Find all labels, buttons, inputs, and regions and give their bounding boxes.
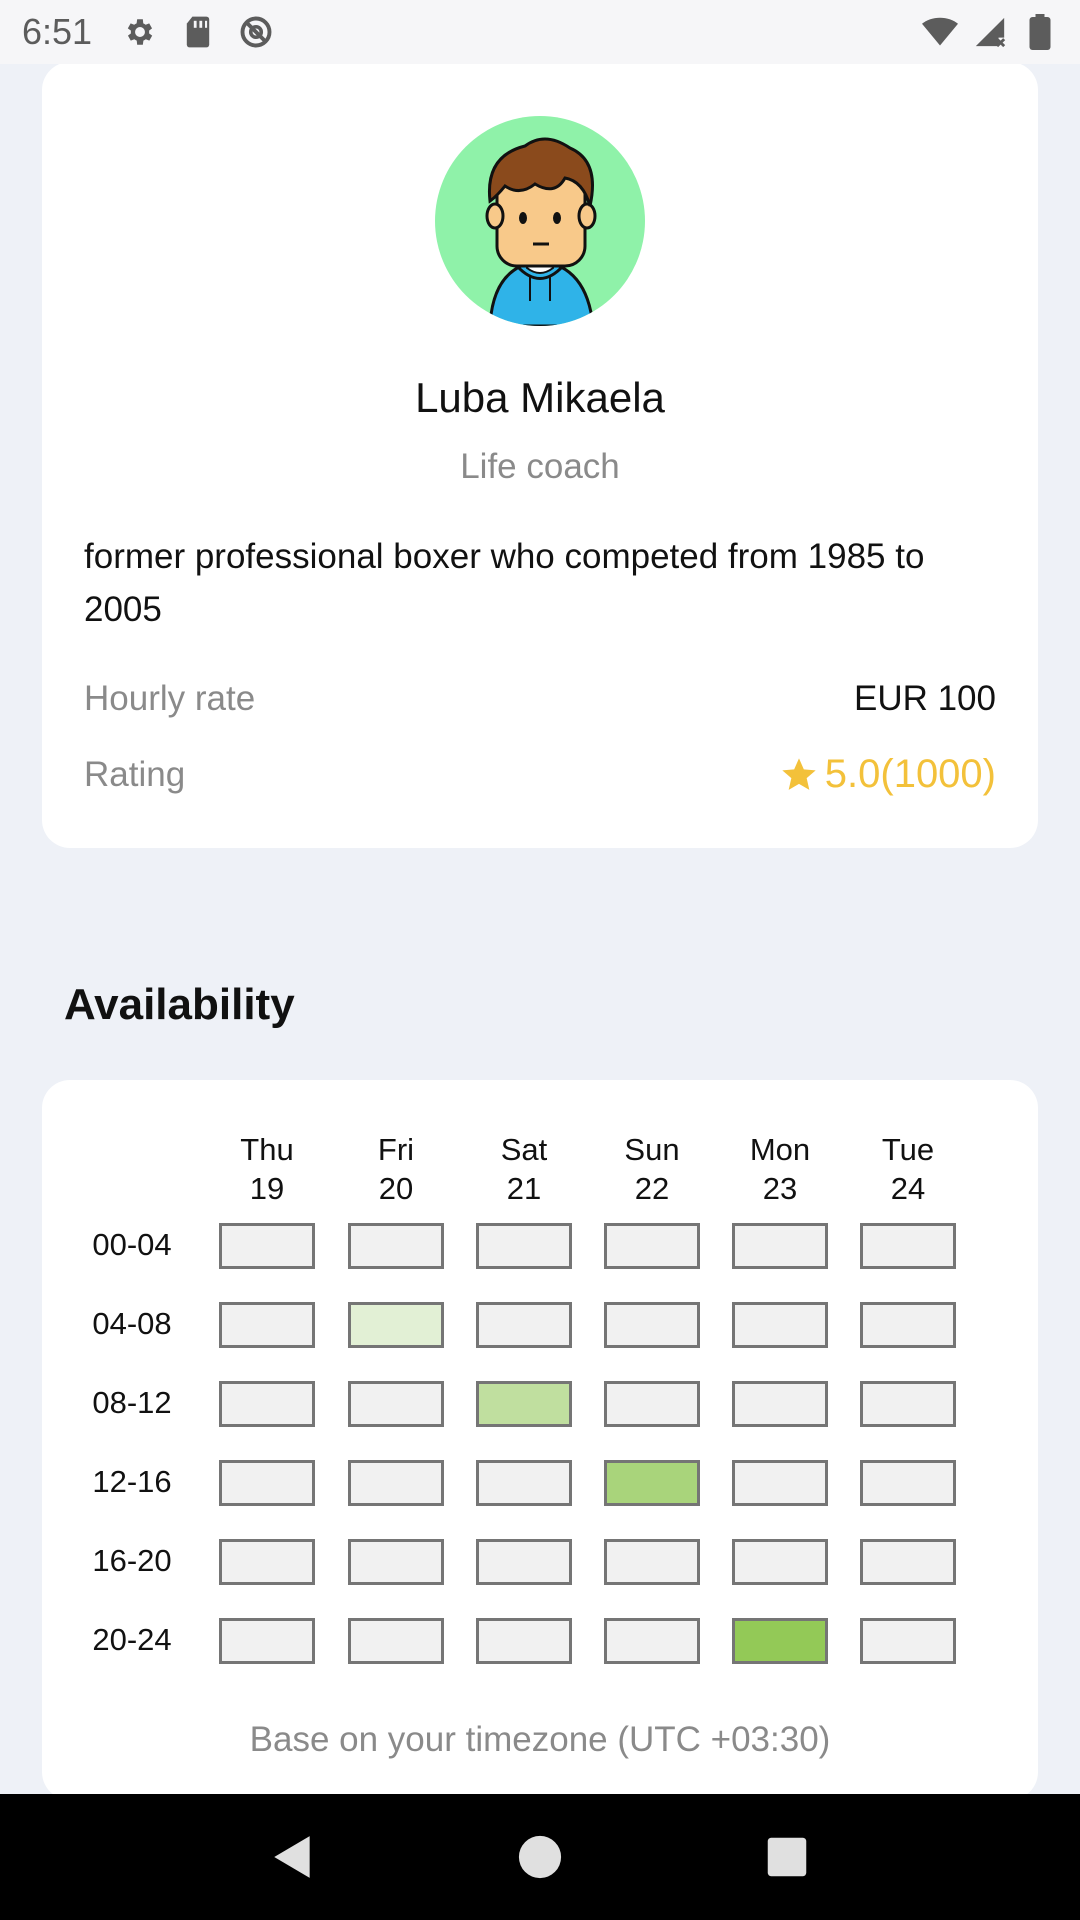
home-icon [518,1835,562,1879]
screen: 6:51 Luba Mikaela Life coach former prof… [0,0,1080,1920]
day-name: Sat [500,1132,548,1167]
hourly-rate-value: EUR 100 [853,679,996,718]
availability-cell[interactable] [219,1539,315,1585]
star-icon [782,757,816,790]
day-name: Fri [377,1132,415,1167]
availability-cell[interactable] [732,1539,828,1585]
availability-cell[interactable] [219,1381,315,1427]
coach-bio: former professional boxer who competed f… [84,537,925,629]
availability-cell[interactable] [219,1618,315,1664]
rating-row: Rating 5.0(1000) [84,752,996,797]
battery-icon [1022,14,1058,50]
profile-card: Luba Mikaela Life coach former professio… [42,62,1038,848]
day-header: Sun 22 [604,1130,700,1208]
day-date: 23 [762,1171,798,1206]
availability-title: Availability [64,980,295,1029]
day-header: Thu 19 [219,1130,315,1208]
day-header: Sat 21 [476,1130,572,1208]
availability-cell[interactable] [219,1302,315,1348]
rating-display: 5.0(1000) [779,752,996,797]
availability-cell[interactable] [604,1381,700,1427]
time-slot-label: 12-16 [92,1464,172,1499]
availability-cell[interactable] [348,1302,444,1348]
coach-role: Life coach [460,447,620,486]
signal-icon [972,14,1008,50]
availability-cell[interactable] [476,1539,572,1585]
availability-cell[interactable] [476,1460,572,1506]
availability-cell[interactable] [476,1223,572,1269]
availability-cell[interactable] [476,1302,572,1348]
time-slot-label: 16-20 [92,1543,172,1578]
rating-value: 5.0(1000) [824,752,996,796]
coach-name: Luba Mikaela [415,374,665,421]
availability-cell[interactable] [348,1460,444,1506]
no-sync-icon [238,14,274,50]
recents-button[interactable] [752,1822,822,1892]
availability-cell[interactable] [604,1302,700,1348]
day-header: Tue 24 [860,1130,956,1208]
availability-card: Base on your timezone (UTC +03:30) Thu 19… [42,1080,1038,1800]
back-button[interactable] [258,1822,328,1892]
time-slot-label: 20-24 [92,1622,172,1657]
availability-cell[interactable] [732,1302,828,1348]
timezone-note: Base on your timezone (UTC +03:30) [249,1720,831,1759]
day-date: 22 [634,1171,670,1206]
availability-cell[interactable] [476,1381,572,1427]
status-time: 6:51 [22,11,93,52]
day-date: 21 [506,1171,542,1206]
day-date: 19 [249,1171,285,1206]
hourly-rate-label: Hourly rate [84,679,256,718]
time-slot-label: 04-08 [92,1306,172,1341]
availability-cell[interactable] [732,1381,828,1427]
availability-cell[interactable] [604,1223,700,1269]
availability-cell[interactable] [860,1618,956,1664]
home-button[interactable] [505,1822,575,1892]
availability-cell[interactable] [860,1381,956,1427]
day-name: Sun [624,1132,680,1167]
availability-cell[interactable] [219,1460,315,1506]
day-header: Mon 23 [732,1130,828,1208]
hourly-rate-row: Hourly rate EUR 100 [84,679,996,719]
availability-cell[interactable] [348,1618,444,1664]
avatar [435,116,645,326]
wifi-icon [922,14,958,50]
availability-cell[interactable] [732,1618,828,1664]
recents-icon [767,1837,806,1877]
status-icons-right [922,14,1058,50]
availability-cell[interactable] [604,1460,700,1506]
day-date: 24 [890,1171,926,1206]
availability-cell[interactable] [348,1381,444,1427]
availability-cell[interactable] [476,1618,572,1664]
availability-cell[interactable] [604,1539,700,1585]
rating-label: Rating [84,754,186,794]
sd-card-icon [180,14,216,50]
time-slot-label: 00-04 [92,1227,172,1262]
day-header: Fri 20 [348,1130,444,1208]
availability-cell[interactable] [860,1302,956,1348]
availability-cell[interactable] [604,1618,700,1664]
navigation-bar [0,1794,1080,1920]
time-slot-label: 08-12 [92,1385,172,1420]
day-date: 20 [378,1171,414,1206]
availability-cell[interactable] [860,1223,956,1269]
availability-cell[interactable] [348,1223,444,1269]
status-bar: 6:51 [0,0,1080,64]
availability-cell[interactable] [219,1223,315,1269]
day-name: Tue [881,1132,935,1167]
gear-icon [122,14,158,50]
availability-cell[interactable] [860,1539,956,1585]
day-name: Mon [749,1132,811,1167]
availability-cell[interactable] [732,1460,828,1506]
status-icons-left [122,14,274,50]
availability-cell[interactable] [348,1539,444,1585]
availability-cell[interactable] [860,1460,956,1506]
day-name: Thu [240,1132,294,1167]
availability-cell[interactable] [732,1223,828,1269]
back-icon [274,1836,310,1878]
